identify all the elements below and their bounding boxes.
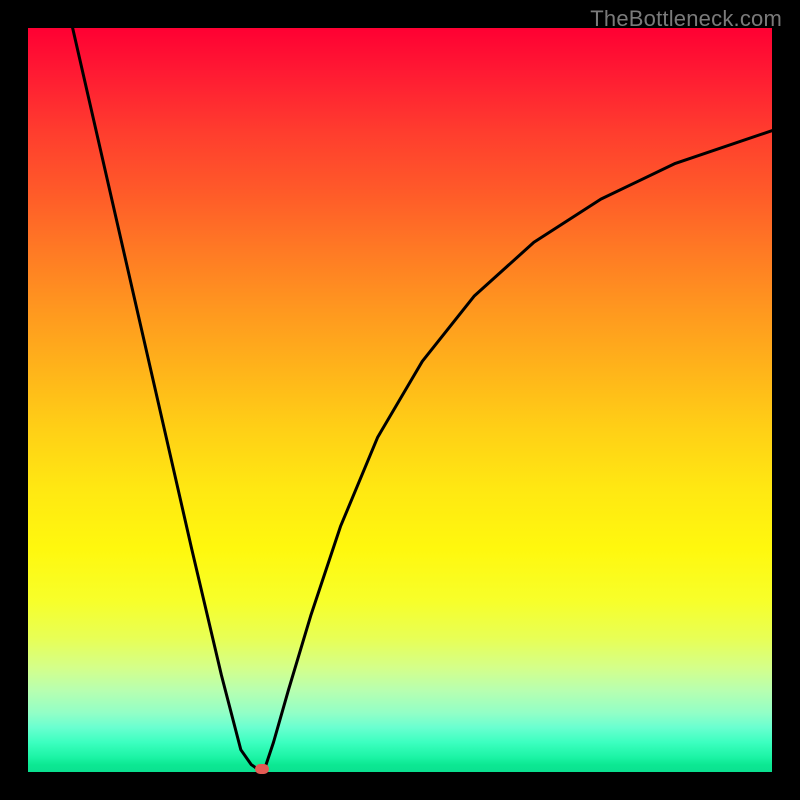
bottleneck-curve <box>28 28 772 772</box>
plot-area <box>28 28 772 772</box>
curve-path <box>73 28 772 772</box>
minimum-marker <box>255 764 269 774</box>
chart-frame: TheBottleneck.com <box>0 0 800 800</box>
watermark-text: TheBottleneck.com <box>590 6 782 32</box>
